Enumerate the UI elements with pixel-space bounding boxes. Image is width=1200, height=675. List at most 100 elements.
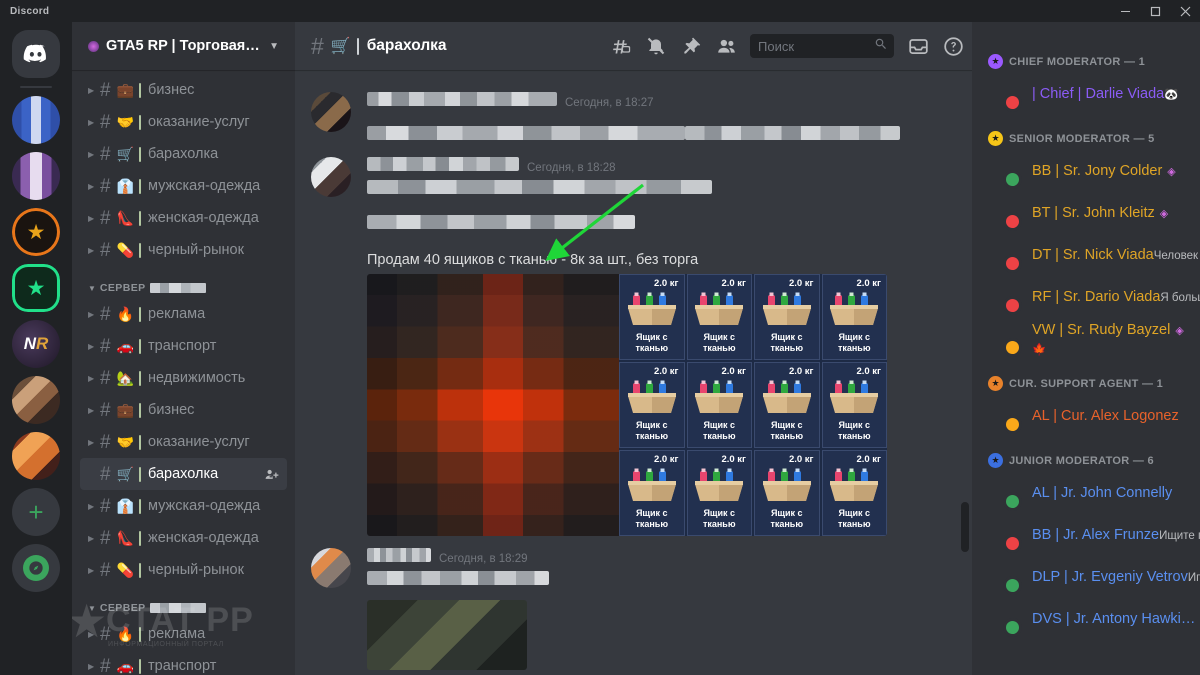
sidebar-channel-женская-одежда[interactable]: ▶ # 👠 женская-одежда bbox=[80, 202, 287, 234]
avatar[interactable] bbox=[311, 92, 351, 132]
sidebar-channel-черный-рынок[interactable]: ▶ # 💊 черный-рынок bbox=[80, 234, 287, 266]
avatar[interactable] bbox=[988, 323, 1022, 357]
inventory-slot[interactable]: 2.0 кг Ящик с тканью bbox=[754, 450, 820, 536]
inventory-slot[interactable]: 2.0 кг Ящик с тканью bbox=[686, 450, 752, 536]
channel-divider bbox=[139, 306, 142, 322]
sidebar-channel-реклама[interactable]: ▶ # 🔥 реклама bbox=[80, 298, 287, 330]
message-scrollbar[interactable] bbox=[961, 502, 969, 552]
avatar[interactable] bbox=[988, 239, 1022, 273]
channel-list[interactable]: ▶ # 💼 бизнес ▶ # 🤝 оказание-услуг ▶ # 🛒 барахолка ▶ #… bbox=[72, 70, 295, 675]
avatar[interactable] bbox=[311, 157, 351, 197]
avatar[interactable] bbox=[988, 477, 1022, 511]
member-list-item[interactable]: DVS | Jr. Antony Hawki… bbox=[980, 598, 1195, 640]
guild-icon-purple[interactable] bbox=[12, 152, 60, 200]
item-name-label: Ящик с тканью bbox=[837, 332, 871, 353]
inventory-slot[interactable]: 2.0 кг Ящик с тканью bbox=[821, 450, 887, 536]
guild-icon-orange-star[interactable]: ★ bbox=[12, 208, 60, 256]
member-list-item[interactable]: AL | Jr. John Connelly bbox=[980, 472, 1192, 514]
guild-icon-green-star[interactable]: ★ bbox=[12, 264, 60, 312]
sidebar-channel-барахолка[interactable]: ▶#🛒барахолка bbox=[80, 458, 287, 490]
sidebar-channel-оказание-услуг[interactable]: ▶ # 🤝 оказание-услуг bbox=[80, 106, 287, 138]
blurred-image-attachment[interactable] bbox=[367, 600, 527, 670]
create-invite-icon[interactable] bbox=[264, 467, 279, 482]
message-list[interactable]: Сегодня, в 18:27 Сегодня, в 18:28 Продам 4… bbox=[295, 70, 972, 675]
sidebar-channel-транспорт[interactable]: ▶ # 🚗 транспорт bbox=[80, 330, 287, 362]
maximize-button[interactable] bbox=[1140, 0, 1170, 22]
sidebar-channel-транспорт[interactable]: ▶ # 🚗 транспорт bbox=[80, 650, 287, 675]
hash-icon: # bbox=[100, 559, 111, 581]
inventory-slot[interactable]: 2.0 кг Ящик с тканью bbox=[619, 450, 685, 536]
sidebar-channel-женская-одежда[interactable]: ▶ # 👠 женская-одежда bbox=[80, 522, 287, 554]
member-list-item[interactable]: AL | Cur. Alex Logonez bbox=[980, 395, 1192, 437]
avatar[interactable] bbox=[988, 519, 1022, 553]
inventory-grid: 2.0 кг Ящик с тканью 2.0 кг Ящик с тканью 2.… bbox=[619, 274, 887, 536]
threads-icon[interactable] bbox=[610, 35, 632, 57]
avatar[interactable] bbox=[311, 548, 351, 588]
server-header-dropdown[interactable]: GTA5 RP | Торговая п... ▼ bbox=[72, 22, 295, 70]
channel-category-header[interactable]: ▼ СЕРВЕР bbox=[72, 586, 295, 618]
sidebar-channel-мужская-одежда[interactable]: ▶ # 👔 мужская-одежда bbox=[80, 170, 287, 202]
message-item[interactable]: Сегодня, в 18:28 Продам 40 ящиков с ткань… bbox=[295, 155, 972, 536]
member-list-item[interactable]: BB | Sr. Jony Colder ◈ bbox=[980, 150, 1192, 192]
avatar[interactable] bbox=[988, 603, 1022, 637]
item-name-label: Ящик с тканью bbox=[635, 332, 669, 353]
inventory-slot[interactable]: 2.0 кг Ящик с тканью bbox=[619, 274, 685, 360]
sidebar-channel-оказание-услуг[interactable]: ▶ # 🤝 оказание-услуг bbox=[80, 426, 287, 458]
sidebar-channel-бизнес[interactable]: ▶ # 💼 бизнес bbox=[80, 74, 287, 106]
member-list-item[interactable]: | Chief | Darlie Viada🐼 bbox=[980, 73, 1192, 115]
message-item[interactable]: Сегодня, в 18:27 bbox=[295, 90, 972, 145]
member-list-item[interactable]: VW | Sr. Rudy Bayzel ◈ 🍁 bbox=[980, 318, 1192, 360]
sidebar-channel-мужская-одежда[interactable]: ▶ # 👔 мужская-одежда bbox=[80, 490, 287, 522]
redacted-author-name bbox=[367, 157, 519, 171]
member-list[interactable]: ★ CHIEF MODERATOR — 1 | Chief | Darlie Via… bbox=[972, 22, 1200, 675]
inventory-slot[interactable]: 2.0 кг Ящик с тканью bbox=[619, 362, 685, 448]
avatar[interactable] bbox=[988, 400, 1022, 434]
member-list-item[interactable]: BT | Sr. John Kleitz ◈ bbox=[980, 192, 1192, 234]
inventory-slot[interactable]: 2.0 кг Ящик с тканью bbox=[754, 274, 820, 360]
guild-icon-nr[interactable]: NR bbox=[12, 320, 60, 368]
inventory-slot[interactable]: 2.0 кг Ящик с тканью bbox=[686, 362, 752, 448]
message-item[interactable]: Сегодня, в 18:29 bbox=[295, 546, 972, 670]
member-list-item[interactable]: DLP | Jr. Evgeniy VetrovИграет в RAGE Mu… bbox=[980, 556, 1200, 598]
avatar[interactable] bbox=[988, 281, 1022, 315]
inbox-icon[interactable] bbox=[907, 35, 929, 57]
inventory-slot[interactable]: 2.0 кг Ящик с тканью bbox=[686, 274, 752, 360]
sidebar-channel-черный-рынок[interactable]: ▶ # 💊 черный-рынок bbox=[80, 554, 287, 586]
guild-icon-blue[interactable] bbox=[12, 96, 60, 144]
home-button[interactable] bbox=[12, 30, 60, 78]
search-input[interactable] bbox=[758, 38, 868, 54]
inventory-slot[interactable]: 2.0 кг Ящик с тканью bbox=[754, 362, 820, 448]
member-group-header: ★ JUNIOR MODERATOR — 6 bbox=[972, 437, 1200, 472]
channel-category-header[interactable]: ▼ СЕРВЕР bbox=[72, 266, 295, 298]
channel-name-label: транспорт bbox=[148, 658, 217, 674]
member-list-item[interactable]: BB | Jr. Alex FrunzeИщите правды, она Ва… bbox=[980, 514, 1200, 556]
bell-muted-icon[interactable] bbox=[645, 35, 667, 57]
inventory-slot[interactable]: 2.0 кг Ящик с тканью bbox=[821, 274, 887, 360]
members-icon[interactable] bbox=[715, 35, 737, 57]
avatar[interactable] bbox=[988, 78, 1022, 112]
guild-icon-pixel-b[interactable] bbox=[12, 432, 60, 480]
sidebar-channel-реклама[interactable]: ▶ # 🔥 реклама bbox=[80, 618, 287, 650]
avatar[interactable] bbox=[988, 561, 1022, 595]
add-server-button[interactable]: + bbox=[12, 488, 60, 536]
sidebar-channel-барахолка[interactable]: ▶#🛒барахолка bbox=[80, 138, 287, 170]
minimize-button[interactable] bbox=[1110, 0, 1140, 22]
guild-icon-pixel-a[interactable] bbox=[12, 376, 60, 424]
channel-divider bbox=[139, 402, 142, 418]
inventory-slot[interactable]: 2.0 кг Ящик с тканью bbox=[821, 362, 887, 448]
avatar[interactable] bbox=[988, 197, 1022, 231]
search-box[interactable] bbox=[750, 34, 894, 58]
member-list-item[interactable]: DT | Sr. Nick ViadaЧеловек с неограничен… bbox=[980, 234, 1200, 276]
explore-servers-button[interactable] bbox=[12, 544, 60, 592]
avatar[interactable] bbox=[988, 155, 1022, 189]
message-attachment-inventory[interactable]: 2.0 кг Ящик с тканью 2.0 кг Ящик с тканью 2.… bbox=[367, 274, 887, 536]
blurred-screenshot-region bbox=[367, 274, 619, 536]
pin-icon[interactable] bbox=[680, 35, 702, 57]
sidebar-channel-недвижимость[interactable]: ▶ # 🏡 недвижимость bbox=[80, 362, 287, 394]
help-icon[interactable] bbox=[942, 35, 964, 57]
sidebar-channel-бизнес[interactable]: ▶ # 💼 бизнес bbox=[80, 394, 287, 426]
hash-icon: # bbox=[100, 207, 111, 229]
member-list-item[interactable]: RF | Sr. Dario ViadaЯ больше никому тепе… bbox=[980, 276, 1200, 318]
close-button[interactable] bbox=[1170, 0, 1200, 22]
hash-icon: # bbox=[100, 239, 111, 261]
